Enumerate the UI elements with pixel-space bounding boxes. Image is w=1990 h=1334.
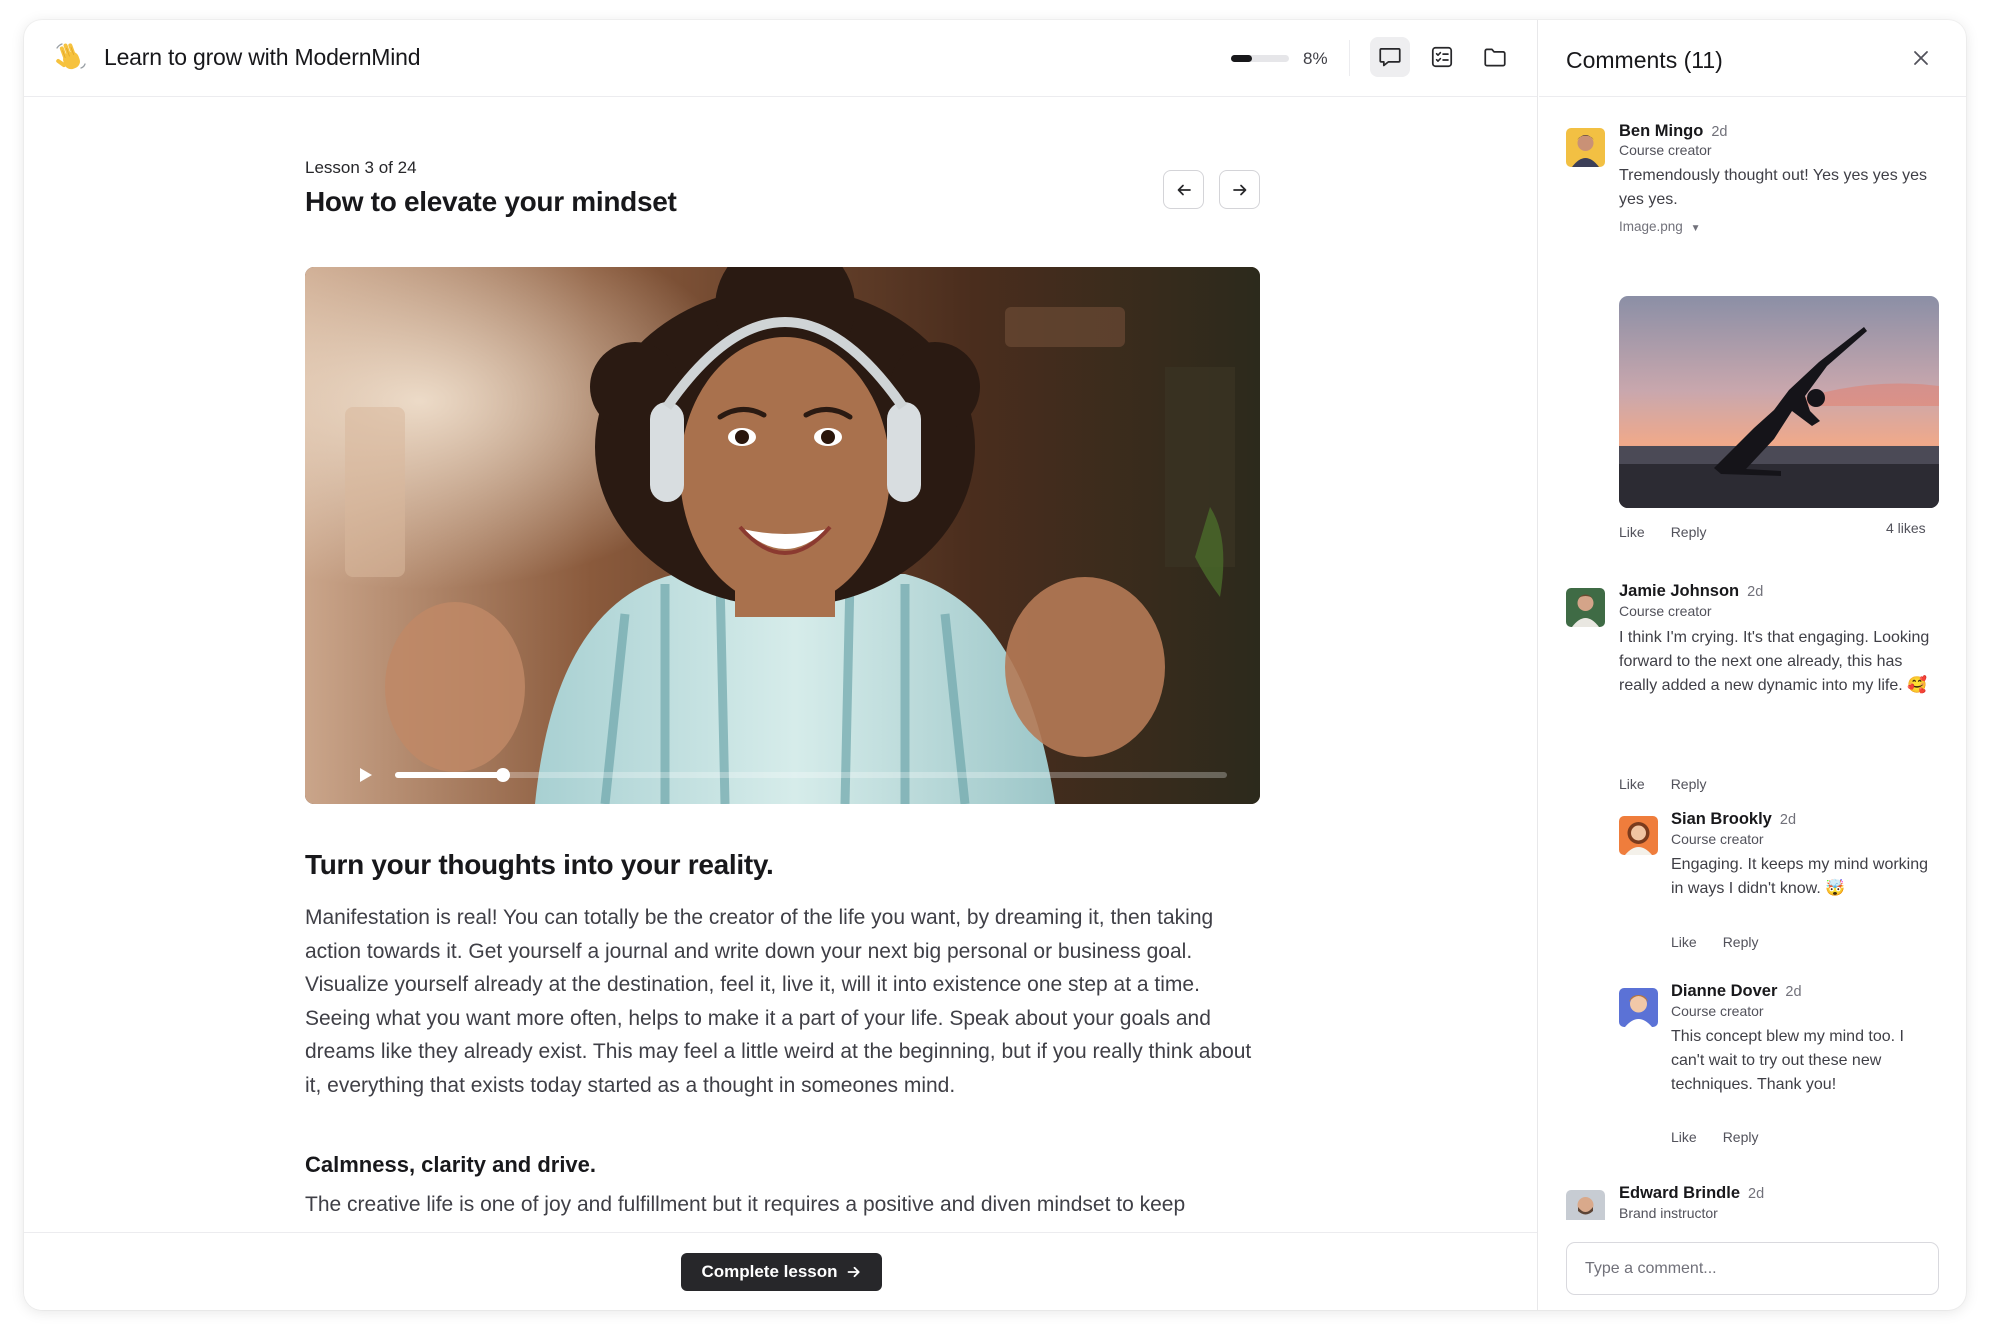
avatar xyxy=(1619,816,1658,855)
comment-author[interactable]: Jamie Johnson 2d xyxy=(1619,582,1763,601)
comments-toggle-button[interactable] xyxy=(1370,37,1410,77)
article-heading: Turn your thoughts into your reality. xyxy=(305,849,774,880)
avatar xyxy=(1619,988,1658,1027)
comment-author[interactable]: Dianne Dover 2d xyxy=(1671,982,1802,1001)
avatar xyxy=(1566,128,1605,167)
comment-text: This concept blew my mind too. I can't w… xyxy=(1671,1028,1904,1093)
comment-author[interactable]: Ben Mingo 2d xyxy=(1619,122,1727,141)
course-progress-fill xyxy=(1231,55,1252,62)
attachment-image[interactable] xyxy=(1619,296,1939,508)
comment-actions: Like Reply xyxy=(1671,1129,1784,1145)
avatar xyxy=(1566,588,1605,627)
comment-time: 2d xyxy=(1748,1186,1765,1202)
comment-role: Course creator xyxy=(1619,603,1712,619)
comment-text: I think I'm crying. It's that engaging. … xyxy=(1619,629,1930,694)
bottom-bar: Complete lesson xyxy=(24,1232,1537,1310)
comment-author-name: Jamie Johnson xyxy=(1619,582,1740,600)
next-lesson-button[interactable] xyxy=(1219,170,1260,209)
previous-lesson-button[interactable] xyxy=(1163,170,1204,209)
attachment-filename: Image.png xyxy=(1619,219,1683,234)
complete-lesson-label: Complete lesson xyxy=(701,1262,838,1281)
avatar xyxy=(1566,1190,1605,1220)
comments-panel: Comments (11) Ben Mingo 2d Course creator… xyxy=(1539,20,1966,1310)
article-subheading: Calmness, clarity and drive. xyxy=(305,1152,597,1177)
reply-button[interactable]: Reply xyxy=(1671,776,1707,792)
video-scrubber[interactable] xyxy=(395,768,1227,782)
top-bar: Learn to grow with ModernMind 8% xyxy=(24,20,1537,97)
like-button[interactable]: Like xyxy=(1671,934,1697,950)
app-window: Learn to grow with ModernMind 8% Lesson … xyxy=(24,20,1966,1310)
reply-button[interactable]: Reply xyxy=(1723,1129,1759,1145)
app-title: Learn to grow with ModernMind xyxy=(104,44,421,70)
caret-down-icon: ▼ xyxy=(1690,223,1701,234)
comment-author-name: Sian Brookly xyxy=(1671,810,1772,828)
comment-actions: Like Reply xyxy=(1619,776,1732,792)
comment-author[interactable]: Sian Brookly 2d xyxy=(1671,810,1796,829)
comments-title: Comments (11) xyxy=(1566,47,1723,73)
arrow-left-icon xyxy=(1177,184,1191,195)
course-progress-label: 8% xyxy=(1303,49,1328,68)
folder-icon xyxy=(1484,48,1506,67)
comment-input[interactable] xyxy=(1566,1242,1939,1295)
toolbar-divider xyxy=(1349,40,1350,76)
comment-time: 2d xyxy=(1779,812,1797,828)
lesson-main: Learn to grow with ModernMind 8% Lesson … xyxy=(24,20,1538,1310)
close-icon[interactable] xyxy=(1909,46,1933,70)
lesson-video-player[interactable] xyxy=(305,267,1260,804)
lesson-title: How to elevate your mindset xyxy=(305,186,677,217)
comment-role: Course creator xyxy=(1619,142,1712,158)
like-count: 4 likes xyxy=(1886,520,1926,536)
article-paragraph: Manifestation is real! You can totally b… xyxy=(305,906,1252,1097)
complete-lesson-button[interactable]: Complete lesson xyxy=(681,1253,882,1291)
reply-button[interactable]: Reply xyxy=(1671,524,1707,540)
comment-text: Tremendously thought out! Yes yes yes ye… xyxy=(1619,167,1928,208)
lesson-counter: Lesson 3 of 24 xyxy=(305,158,417,177)
chat-bubble-icon xyxy=(1379,48,1401,67)
checklist-button[interactable] xyxy=(1422,37,1462,77)
comment-time: 2d xyxy=(1747,584,1764,600)
comment-role: Course creator xyxy=(1671,1003,1764,1019)
comment-author-name: Dianne Dover xyxy=(1671,982,1778,1000)
comment-actions: Like Reply xyxy=(1619,524,1732,540)
comment-author-name: Edward Brindle xyxy=(1619,1184,1741,1202)
comments-header: Comments (11) xyxy=(1539,20,1966,97)
reply-button[interactable]: Reply xyxy=(1723,934,1759,950)
attachment-toggle[interactable]: Image.png ▼ xyxy=(1619,219,1700,234)
comment-text: Engaging. It keeps my mind working in wa… xyxy=(1671,856,1929,897)
comment-role: Course creator xyxy=(1671,831,1764,847)
comment-role: Brand instructor xyxy=(1619,1205,1718,1220)
comment-time: 2d xyxy=(1711,124,1728,140)
waving-hand-icon xyxy=(54,40,88,74)
arrow-right-icon xyxy=(847,1266,860,1278)
like-button[interactable]: Like xyxy=(1671,1129,1697,1145)
video-scrubber-fill xyxy=(395,772,504,778)
like-button[interactable]: Like xyxy=(1619,524,1645,540)
comment-time: 2d xyxy=(1785,984,1802,1000)
comment-actions: Like Reply xyxy=(1671,934,1784,950)
play-icon[interactable] xyxy=(355,765,375,785)
like-button[interactable]: Like xyxy=(1619,776,1645,792)
article-paragraph-2: The creative life is one of joy and fulf… xyxy=(305,1193,1186,1216)
checklist-icon xyxy=(1431,46,1453,68)
video-frame xyxy=(305,267,1260,804)
arrow-right-icon xyxy=(1232,184,1246,195)
files-button[interactable] xyxy=(1475,37,1515,77)
comments-list: Ben Mingo 2d Course creator Tremendously … xyxy=(1539,98,1966,1220)
comment-author-name: Ben Mingo xyxy=(1619,122,1704,140)
course-progress-bar xyxy=(1231,55,1289,62)
comment-author[interactable]: Edward Brindle 2d xyxy=(1619,1184,1764,1203)
